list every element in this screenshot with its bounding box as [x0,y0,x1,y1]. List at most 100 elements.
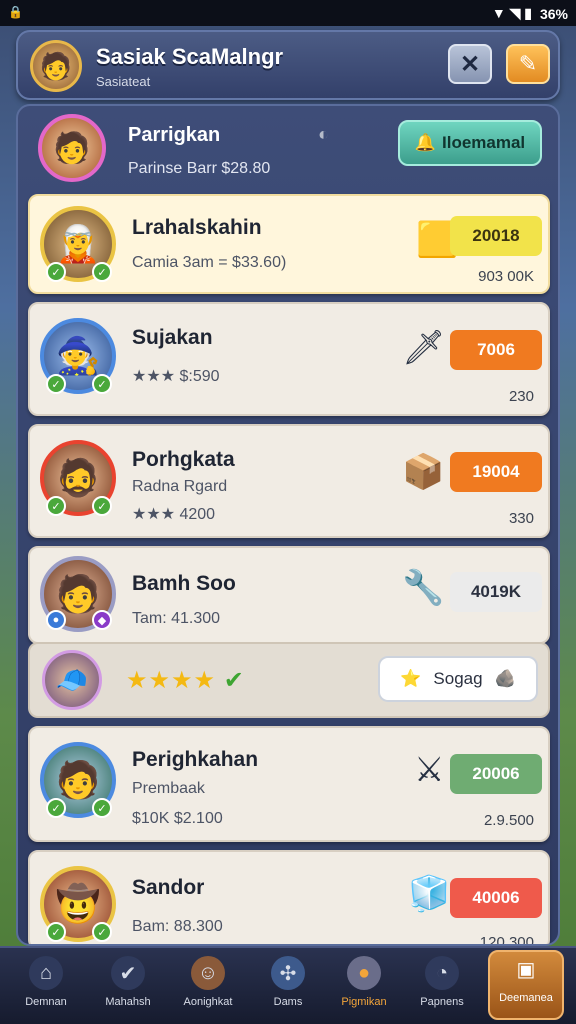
check-badge-icon: ✓ [46,374,66,394]
shop-icon: ▣ [516,958,536,981]
tab-papers[interactable]: ◔ Papnens [406,956,478,1020]
hero-subline: Parinse Barr $28.80 [128,160,271,177]
check-badge-icon: ✓ [92,374,112,394]
tab-label: Pigmikan [341,996,387,1008]
check-icon: ✔ [111,956,145,990]
cost-value: 2.9.500 [483,812,534,829]
subrow-button-label: Sogag [433,669,483,688]
subrow-button[interactable]: ⭐ Sogag 🪨 [378,656,538,702]
hero-card[interactable]: 🧙 ✓ ✓ Sujakan ★★★ $:590 🗡 7006 230 [28,302,550,416]
tab-label: Mahahsh [105,996,151,1008]
tab-label: Aonighkat [183,996,233,1008]
edit-icon: ✎ [518,51,538,76]
hero-name: Sandor [132,876,205,899]
check-badge-icon: ✓ [92,262,112,282]
hero-stat: Tam: 41.300 [132,610,221,627]
header-bar: 🧑 Sasiak ScaMalngr Sasiateat ✕ ✎ [16,30,560,100]
price-button[interactable]: 19004 [450,452,542,492]
tab-label: Demnan [25,996,67,1008]
hero-avatar-icon: 🧑 [38,114,106,182]
battery-percent: 36% [539,5,568,22]
hero-name: Parrigkan [128,124,221,146]
tab-dams[interactable]: ✣ Dams [252,956,324,1020]
hero-stat: Camia 3am = $33.60) [132,254,287,271]
cost-value: 230 [508,388,534,405]
cost-value: 903 00K [478,268,534,285]
page-title: Sasiak ScaMalngr [96,44,284,69]
bottom-tab-bar: ⌂ Demnan ✔ Mahahsh ☺ Aonighkat ✣ Dams ● Pigmi… [0,946,576,1024]
hero-card[interactable]: 🧔 ✓ ✓ Porhgkata Radna Rgard ★★★ 4200 📦 1… [28,424,550,538]
cost-value: 330 [508,510,534,527]
hero-card[interactable]: 🧝 ✓ ✓ Lrahalskahin Camia 3am = $33.60) 🟨… [28,194,550,294]
crossed-icon: ✣ [271,956,305,990]
check-badge-icon: ✓ [92,798,112,818]
hero-name: Porhgkata [132,448,235,471]
page-subtitle: Sasiateat [96,74,151,89]
hero-name: Sujakan [132,326,213,349]
stone-icon: 🪨 [494,669,516,688]
status-bar: 🔒 ▼ ◥ ▮ 36% [0,0,576,26]
hero-stat: ★★★ 4200 [132,506,216,523]
hero-stat: ★★★ $:590 [132,368,220,385]
tab-gems[interactable]: ● Pigmikan [328,956,400,1020]
price-button[interactable]: 40006 [450,878,542,918]
edit-button[interactable]: ✎ [506,44,550,84]
shield-badge-icon: ● [46,610,66,630]
tab-label: Papnens [420,996,464,1008]
pin-icon: ◐ [318,124,329,144]
signal-icons: ▼ ◥ ▮ [491,5,532,21]
check-badge-icon: ✓ [46,922,66,942]
tab-missions[interactable]: ✔ Mahahsh [92,956,164,1020]
hero-card[interactable]: 🧑 ● ◆ Bamh Soo Tam: 41.300 🔧 4019K [28,546,550,644]
close-button[interactable]: ✕ [448,44,492,84]
sword-icon: ⚔ [414,751,445,789]
chest-icon: 📦 [402,453,445,491]
tab-label: Dams [273,996,303,1008]
hero-card[interactable]: 🤠 ✓ ✓ Sandor Bam: 88.300 🧊 40006 120 300 [28,850,550,946]
hero-action-label: Iloemamal [442,133,526,152]
tab-shop[interactable]: ▣ Deemanea [488,950,564,1020]
price-button[interactable]: 20006 [450,754,542,794]
check-badge-icon: ✓ [92,922,112,942]
check-badge-icon: ✓ [92,496,112,516]
rating-stars: ★★★★ [126,667,217,694]
check-badge-icon: ✓ [46,798,66,818]
lock-icon: 🔒 [8,5,23,19]
crystal-icon: 🧊 [408,875,451,913]
hero-name: Bamh Soo [132,572,236,595]
hero-icon: ☺ [191,956,225,990]
star-rating: ★★★★ ✔ [126,666,245,695]
hero-avatar-icon: 🧢 [42,650,102,710]
home-icon: ⌂ [29,956,63,990]
price-button[interactable]: 4019K [450,572,542,612]
tab-label: Deemanea [499,992,553,1004]
check-badge-icon: ✓ [46,496,66,516]
gem-badge-icon: ◆ [92,610,112,630]
hero-class: Prembaak [132,780,205,797]
bell-icon: 🔔 [414,133,436,152]
featured-hero-row[interactable]: 🧑 Parrigkan ◐ Parinse Barr $28.80 🔔 Iloem… [18,106,558,192]
tab-home[interactable]: ⌂ Demnan [10,956,82,1020]
hero-stat: Bam: 88.300 [132,918,223,935]
gem-icon: ● [347,956,381,990]
star-icon: ⭐ [400,669,422,688]
check-icon: ✔ [223,667,245,694]
price-button[interactable]: 20018 [450,216,542,256]
roster-panel: 🧑 Parrigkan ◐ Parinse Barr $28.80 🔔 Iloem… [16,104,560,946]
hero-stat: $10K $2.100 [132,810,223,827]
tab-heroes[interactable]: ☺ Aonighkat [172,956,244,1020]
scroll-icon: ◔ [425,956,459,990]
hero-action-button[interactable]: 🔔 Iloemamal [398,120,542,166]
sword-icon: 🗡 [402,329,446,367]
hero-card[interactable]: 🧑 ✓ ✓ Perighkahan Prembaak $10K $2.100 ⚔… [28,726,550,842]
player-avatar-icon[interactable]: 🧑 [30,40,82,92]
close-icon: ✕ [459,50,481,78]
check-badge-icon: ✓ [46,262,66,282]
hero-name: Lrahalskahin [132,216,262,239]
hero-name: Perighkahan [132,748,259,771]
hero-subrow[interactable]: 🧢 ★★★★ ✔ ⭐ Sogag 🪨 [28,642,550,718]
cost-value: 120 300 [479,934,534,946]
price-button[interactable]: 7006 [450,330,542,370]
hero-class: Radna Rgard [132,478,228,495]
potion-icon: 🔧 [402,569,445,607]
